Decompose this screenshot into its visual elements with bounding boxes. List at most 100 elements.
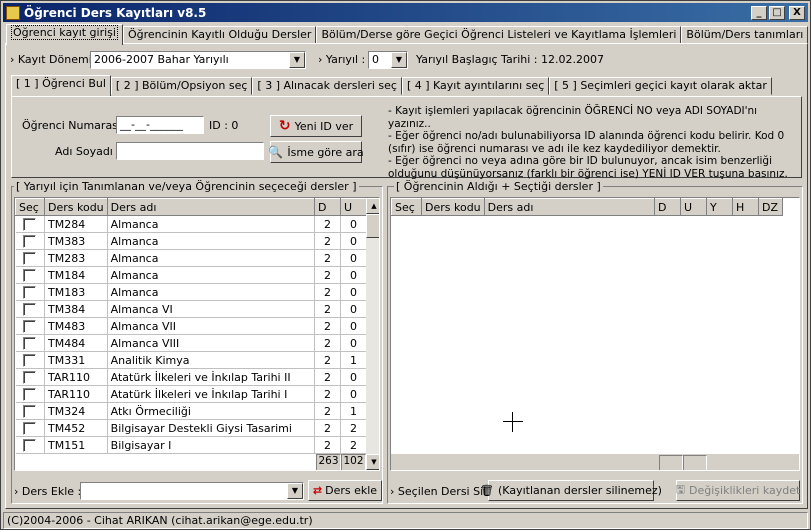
table-row[interactable]: TM483 Almanca VII 2 0 <box>15 317 367 335</box>
row-select-checkbox[interactable] <box>15 334 45 352</box>
tab-step-details[interactable]: [ 4 ] Kayıt ayıntılarını seç <box>401 77 550 95</box>
course-name: Atatürk İlkeleri ve İnkılap Tarihi I <box>107 385 316 403</box>
table-row[interactable]: TM384 Almanca VI 2 0 <box>15 300 367 318</box>
scroll-up-icon[interactable]: ▲ <box>366 198 379 214</box>
col-name[interactable]: Ders adı <box>483 198 656 216</box>
row-select-checkbox[interactable] <box>15 402 45 420</box>
refresh-icon: ↻ <box>278 118 291 134</box>
col-u[interactable]: U <box>340 198 367 216</box>
row-select-checkbox[interactable] <box>15 215 45 233</box>
minimize-button[interactable]: _ <box>751 5 767 20</box>
course-name: Almanca <box>107 232 316 250</box>
new-id-button[interactable]: ↻ Yeni ID ver <box>270 115 362 137</box>
row-select-checkbox[interactable] <box>15 283 45 301</box>
available-courses-grid[interactable]: Seç Ders kodu Ders adı D U TM284 Almanca 2… <box>14 197 380 471</box>
col-code[interactable]: Ders kodu <box>421 198 485 216</box>
save-changes-button[interactable]: 🖫 Değişiklikleri kaydet <box>676 480 800 501</box>
right-totals-row <box>391 454 799 470</box>
table-row[interactable]: TAR110 Atatürk İlkeleri ve İnkılap Tarihi… <box>15 385 367 403</box>
period-select[interactable]: 2006-2007 Bahar Yarıyılı ▼ <box>90 51 306 69</box>
course-u: 0 <box>340 300 367 318</box>
col-d[interactable]: D <box>314 198 341 216</box>
chevron-down-icon[interactable]: ▼ <box>391 52 407 68</box>
table-row[interactable]: TM324 Atkı Örmeciliği 2 1 <box>15 402 367 420</box>
course-u: 2 <box>340 419 367 437</box>
row-select-checkbox[interactable] <box>15 249 45 267</box>
table-row[interactable]: TAR110 Atatürk İlkeleri ve İnkılap Tarihi… <box>15 368 367 386</box>
student-number-label: Öğrenci Numarası : <box>22 119 129 132</box>
course-u: 0 <box>340 249 367 267</box>
app-window: Öğrenci Ders Kayıtları v8.5 _ □ X Öğrenc… <box>0 0 811 530</box>
row-select-checkbox[interactable] <box>15 419 45 437</box>
tab-course-definitions[interactable]: Bölüm/Ders tanımları <box>681 26 809 44</box>
course-code: TM283 <box>44 249 108 267</box>
row-select-checkbox[interactable] <box>15 385 45 403</box>
table-row[interactable]: TM484 Almanca VIII 2 0 <box>15 334 367 352</box>
scroll-thumb[interactable] <box>366 214 379 238</box>
course-code: TM484 <box>44 334 108 352</box>
col-code[interactable]: Ders kodu <box>44 198 108 216</box>
course-d: 2 <box>314 368 341 386</box>
course-u: 0 <box>340 266 367 284</box>
col-select[interactable]: Seç <box>15 198 45 216</box>
course-d: 2 <box>314 249 341 267</box>
table-row[interactable]: TM183 Almanca 2 0 <box>15 283 367 301</box>
save-icon: 🖫 <box>675 483 686 496</box>
table-row[interactable]: TM383 Almanca 2 0 <box>15 232 367 250</box>
row-select-checkbox[interactable] <box>15 368 45 386</box>
scroll-down-icon[interactable]: ▼ <box>366 454 379 470</box>
course-d: 2 <box>314 300 341 318</box>
delete-course-button[interactable]: 🗑 (Kayıtlanan dersler silinemez) <box>480 480 662 501</box>
row-select-checkbox[interactable] <box>15 436 45 454</box>
row-select-checkbox[interactable] <box>15 300 45 318</box>
tab-temp-lists[interactable]: Bölüm/Derse göre Geçici Öğrenci Listeler… <box>316 26 682 44</box>
course-u: 0 <box>340 283 367 301</box>
row-select-checkbox[interactable] <box>15 232 45 250</box>
close-button[interactable]: X <box>789 5 805 20</box>
chevron-down-icon[interactable]: ▼ <box>289 52 305 68</box>
col-dz[interactable]: DZ <box>758 198 783 216</box>
col-y[interactable]: Y <box>706 198 733 216</box>
vertical-scrollbar[interactable]: ▲ ▼ <box>366 198 379 470</box>
col-select[interactable]: Seç <box>391 198 422 216</box>
row-select-checkbox[interactable] <box>15 351 45 369</box>
main-tabs: Öğrenci kayıt girişi Öğrencinin Kayıtlı … <box>6 24 809 45</box>
name-input[interactable] <box>116 142 264 160</box>
step-tabs: [ 1 ] Öğrenci Bul [ 2 ] Bölüm/Opsiyon se… <box>11 75 772 97</box>
course-code: TM483 <box>44 317 108 335</box>
tab-registered-courses[interactable]: Öğrencinin Kayıtlı Olduğu Dersler <box>122 26 317 44</box>
add-course-select[interactable]: ▼ <box>80 482 304 500</box>
table-row[interactable]: TM151 Bilgisayar I22 <box>15 436 367 454</box>
maximize-button[interactable]: □ <box>769 5 785 20</box>
col-u[interactable]: U <box>680 198 707 216</box>
tab-step-department[interactable]: [ 2 ] Bölüm/Opsiyon seç <box>110 77 253 95</box>
course-d: 2 <box>314 436 341 454</box>
tab-student-entry[interactable]: Öğrenci kayıt girişi <box>6 24 123 45</box>
row-select-checkbox[interactable] <box>15 317 45 335</box>
semester-select[interactable]: 0 ▼ <box>368 51 408 69</box>
title-bar[interactable]: Öğrenci Ders Kayıtları v8.5 _ □ X <box>3 3 808 22</box>
table-row[interactable]: TM331 Analitik Kimya 2 1 <box>15 351 367 369</box>
course-code: TM184 <box>44 266 108 284</box>
add-course-label: › Ders Ekle : <box>14 485 82 498</box>
table-row[interactable]: TM283 Almanca 2 0 <box>15 249 367 267</box>
add-course-button[interactable]: ⇄ Ders ekle <box>308 480 382 501</box>
course-code: TM384 <box>44 300 108 318</box>
student-number-input[interactable]: __-__-______ <box>116 116 204 134</box>
table-row[interactable]: TM452 Bilgisayar Destekli Giysi Tasarimi 2… <box>15 419 367 437</box>
col-h[interactable]: H <box>732 198 759 216</box>
table-row[interactable]: TM184 Almanca 2 0 <box>15 266 367 284</box>
main-panel: › Kayıt Dönemi : 2006-2007 Bahar Yarıyıl… <box>5 43 808 509</box>
table-row[interactable]: TM284 Almanca 2 0 <box>15 215 367 233</box>
tab-step-transfer[interactable]: [ 5 ] Seçimleri geçici kayıt olarak akta… <box>549 77 772 95</box>
col-d[interactable]: D <box>654 198 681 216</box>
selected-courses-grid[interactable]: Seç Ders kodu Ders adı D U Y H DZ <box>390 197 800 471</box>
chevron-down-icon[interactable]: ▼ <box>287 483 303 499</box>
row-select-checkbox[interactable] <box>15 266 45 284</box>
col-name[interactable]: Ders adı <box>106 198 316 216</box>
tab-step-find-student[interactable]: [ 1 ] Öğrenci Bul <box>11 75 111 96</box>
course-u: 0 <box>340 334 367 352</box>
course-name: Almanca <box>107 249 316 267</box>
tab-step-courses[interactable]: [ 3 ] Alınacak dersleri seç <box>252 77 402 95</box>
search-by-name-button[interactable]: 🔍 İsme göre ara <box>268 141 364 163</box>
